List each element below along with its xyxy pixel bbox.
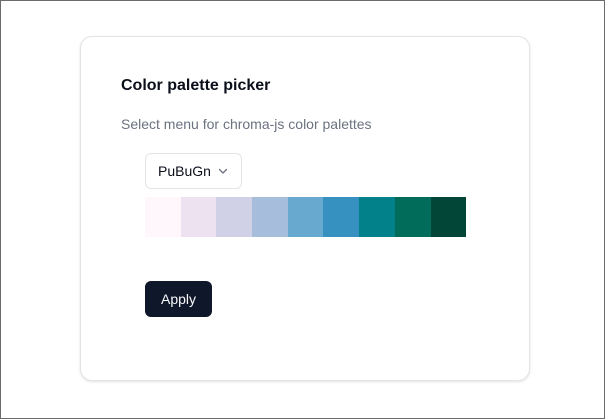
palette-select[interactable]: PuBuGn (145, 153, 242, 189)
card-title: Color palette picker (121, 77, 271, 94)
color-swatch (323, 197, 360, 237)
color-swatch (287, 197, 324, 237)
apply-button[interactable]: Apply (145, 281, 212, 317)
color-swatch (252, 197, 288, 237)
palette-select-value: PuBuGn (158, 163, 211, 179)
color-swatch (216, 197, 253, 237)
color-swatch (180, 197, 217, 237)
color-swatch (394, 197, 431, 237)
color-swatch (145, 197, 181, 237)
chevron-down-icon (217, 165, 229, 177)
color-swatch (430, 197, 467, 237)
card-subtitle: Select menu for chroma-js color palettes (121, 116, 372, 132)
palette-picker-card: Color palette picker Select menu for chr… (80, 36, 530, 381)
palette-swatches (145, 197, 467, 237)
color-swatch (359, 197, 395, 237)
